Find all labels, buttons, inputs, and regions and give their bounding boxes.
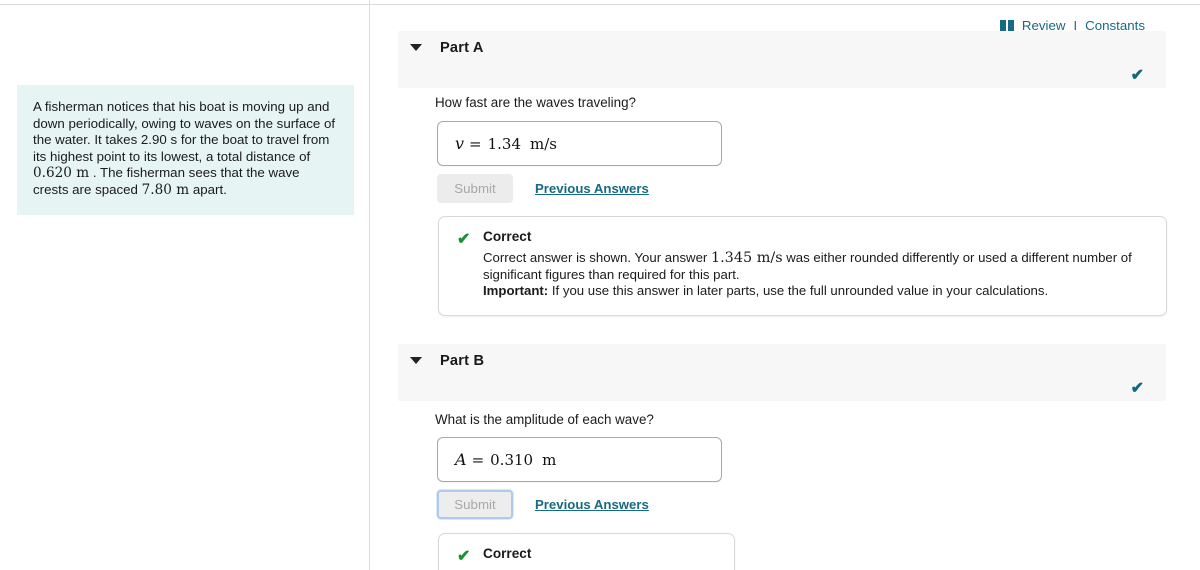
part-b-answer-unit: m <box>542 450 557 469</box>
part-b-answer-equals: = <box>471 450 485 469</box>
problem-value-distance: 0.620 m <box>33 165 90 182</box>
part-a-feedback-body: Correct answer is shown. Your answer 1.3… <box>483 250 1148 300</box>
part-a-header[interactable]: Part A ✔ <box>398 31 1166 88</box>
caret-down-icon[interactable] <box>410 357 422 364</box>
problem-pane: A fisherman notices that his boat is mov… <box>0 0 369 570</box>
feedback-important-text: If you use this answer in later parts, u… <box>548 283 1049 298</box>
part-a-feedback-check-icon: ✔ <box>457 231 471 248</box>
part-b-answer-value: 0.310 <box>490 450 534 469</box>
problem-statement: A fisherman notices that his boat is mov… <box>17 85 354 215</box>
page-root: A fisherman notices that his boat is mov… <box>0 0 1200 570</box>
problem-text-1: A fisherman notices that his boat is mov… <box>33 99 336 164</box>
part-a-feedback: ✔ Correct Correct answer is shown. Your … <box>438 216 1167 316</box>
part-b-answer-input[interactable]: A = 0.310 m <box>437 437 722 482</box>
part-b-feedback-title: Correct <box>483 546 532 561</box>
part-b-action-row: Submit Previous Answers <box>437 490 649 519</box>
part-b-previous-answers-link[interactable]: Previous Answers <box>535 497 649 512</box>
feedback-important-label: Important: <box>483 283 549 298</box>
part-a-answer-unit: m/s <box>530 134 558 153</box>
part-b-answer-symbol: A <box>455 450 467 469</box>
part-a-answer-value: 1.34 <box>487 134 522 153</box>
part-b-submit-button[interactable]: Submit <box>437 490 513 519</box>
part-b-question: What is the amplitude of each wave? <box>435 412 654 427</box>
problem-text-3: apart. <box>189 181 227 197</box>
part-a-answer-symbol: v <box>455 134 465 153</box>
part-a-previous-answers-link[interactable]: Previous Answers <box>535 181 649 196</box>
part-a-feedback-title: Correct <box>483 229 532 244</box>
feedback-body-math: 1.345 m/s <box>710 250 783 266</box>
part-a-answer-equals: = <box>469 134 482 153</box>
part-b-title: Part B <box>440 353 485 369</box>
part-a-submit-button[interactable]: Submit <box>437 174 513 203</box>
part-a-question: How fast are the waves traveling? <box>435 95 636 110</box>
answer-pane: Review I Constants Part A ✔ How fast are… <box>370 0 1200 570</box>
part-b-feedback: ✔ Correct <box>438 533 735 570</box>
part-b-header[interactable]: Part B ✔ <box>398 344 1166 401</box>
part-a-status-check-icon: ✔ <box>1130 67 1144 84</box>
part-a-answer-input[interactable]: v = 1.34 m/s <box>437 121 722 166</box>
part-b-feedback-check-icon: ✔ <box>457 548 471 565</box>
part-a-action-row: Submit Previous Answers <box>437 174 649 203</box>
caret-down-icon[interactable] <box>410 44 422 51</box>
feedback-body-pre: Correct answer is shown. Your answer <box>483 250 711 265</box>
book-icon <box>999 19 1015 32</box>
part-a-title: Part A <box>440 40 484 56</box>
problem-value-spacing: 7.80 m <box>141 181 190 198</box>
part-b-status-check-icon: ✔ <box>1130 380 1144 397</box>
